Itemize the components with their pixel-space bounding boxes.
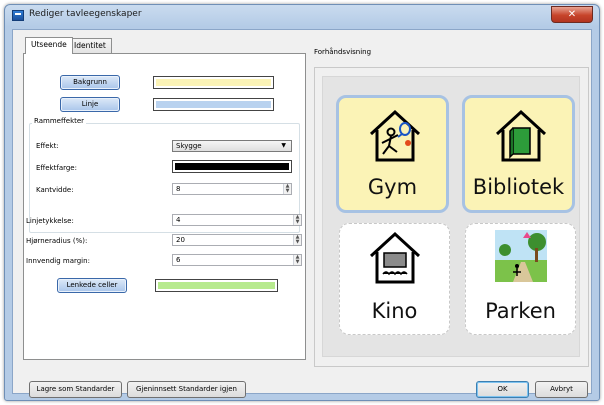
linked-cells-button[interactable]: Lenkede celler [57, 278, 127, 293]
dialog-window: Rediger tavleegenskaper ✕ Utseende Ident… [4, 4, 600, 401]
window-title: Rediger tavleegenskaper [29, 9, 142, 19]
spin-arrows-icon[interactable]: ▲ ▼ [293, 255, 301, 265]
corner-radius-value: 20 [176, 236, 185, 244]
line-thickness-stepper[interactable]: 4 ▲ ▼ [172, 214, 302, 226]
grid-cell-gym[interactable]: Gym [336, 95, 449, 213]
effect-color-label: Effektfarge: [36, 164, 77, 172]
inner-margin-label: Innvendig margin: [26, 257, 90, 265]
dialog-body: Utseende Identitet Bakgrunn Linje Rammef… [12, 29, 592, 398]
corner-radius-stepper[interactable]: 20 ▲ ▼ [172, 234, 302, 246]
preview-grid: Gym Bibliotek Kino Parken [322, 76, 580, 357]
edge-width-stepper[interactable]: 8 ▲ ▼ [172, 183, 292, 195]
grid-cell-cinema[interactable]: Kino [339, 223, 450, 335]
effect-select[interactable]: Skygge ▼ [172, 140, 292, 152]
effect-color-swatch[interactable] [172, 160, 292, 173]
save-as-default-button[interactable]: Lagre som Standarder [29, 381, 122, 398]
inner-margin-stepper[interactable]: 6 ▲ ▼ [172, 254, 302, 266]
edge-width-label: Kantvidde: [36, 186, 74, 194]
close-button[interactable]: ✕ [551, 6, 593, 23]
cell-word: Parken [485, 299, 556, 323]
reset-default-button[interactable]: Gjeninnsett Standarder igjen [127, 381, 246, 398]
tab-identity[interactable]: Identitet [68, 38, 112, 53]
line-button[interactable]: Linje [60, 97, 120, 112]
grid-cell-park[interactable]: Parken [465, 223, 576, 335]
spin-arrows-icon[interactable]: ▲ ▼ [283, 184, 291, 194]
app-icon [12, 10, 24, 21]
title-bar[interactable]: Rediger tavleegenskaper ✕ [5, 5, 599, 27]
preview-title: Forhåndsvisning [314, 48, 372, 56]
spin-arrows-icon[interactable]: ▲ ▼ [293, 215, 301, 225]
frame-effects-title: Rammeffekter [32, 117, 87, 125]
grid-cell-library[interactable]: Bibliotek [462, 95, 575, 213]
background-button[interactable]: Bakgrunn [60, 75, 120, 90]
gym-icon [369, 109, 421, 162]
appearance-panel: Bakgrunn Linje Rammeffekter Effekt: Skyg… [23, 53, 306, 360]
library-icon [495, 109, 547, 162]
cell-word: Gym [367, 175, 418, 199]
effect-label: Effekt: [36, 142, 59, 150]
chevron-down-icon: ▼ [281, 142, 286, 149]
tab-appearance[interactable]: Utseende [25, 37, 73, 54]
cancel-button[interactable]: Avbryt [535, 381, 588, 398]
park-icon [495, 230, 547, 282]
edge-width-value: 8 [176, 185, 181, 193]
ok-button[interactable]: OK [476, 381, 529, 398]
cell-word: Bibliotek [472, 175, 565, 199]
effect-select-value: Skygge [176, 142, 202, 150]
corner-radius-label: Hjørneradius (%): [26, 237, 88, 245]
background-color-swatch[interactable] [153, 76, 274, 89]
line-thickness-label: Linjetykkelse: [26, 217, 74, 225]
cinema-icon [369, 231, 421, 284]
line-thickness-value: 4 [176, 216, 181, 224]
linked-cells-color-swatch[interactable] [155, 279, 278, 292]
cell-word: Kino [371, 299, 418, 323]
spin-arrows-icon[interactable]: ▲ ▼ [293, 235, 301, 245]
line-color-swatch[interactable] [153, 98, 274, 111]
inner-margin-value: 6 [176, 256, 181, 264]
